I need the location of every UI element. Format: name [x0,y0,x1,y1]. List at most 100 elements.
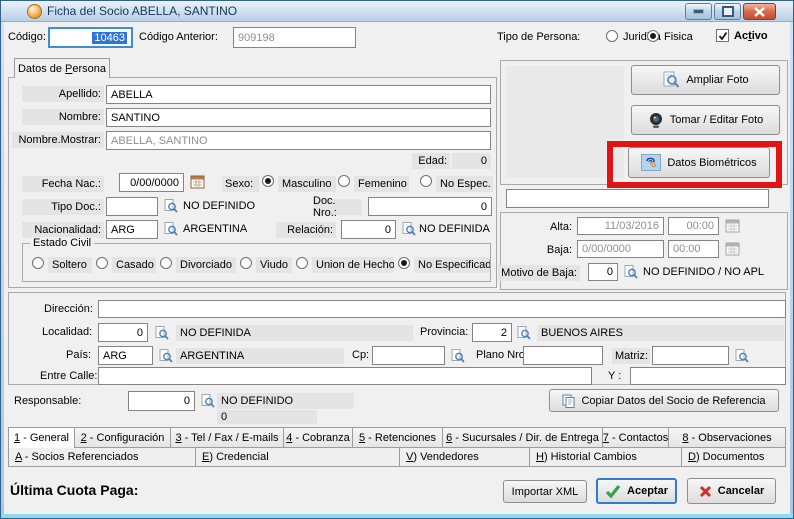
tipo-persona-label: Tipo de Persona: [497,31,580,43]
tab-retenciones[interactable]: 5 - Retenciones [353,427,443,448]
tab-documentos[interactable]: D) Documentos [682,447,786,467]
responsable-value: 0 [184,395,190,407]
responsable-field[interactable]: 0 [128,391,195,411]
radio-casado[interactable] [96,257,108,269]
search-icon[interactable] [517,326,531,340]
window-title: Ficha del Socio ABELLA, SANTINO [47,4,237,18]
tipo-doc-label: Tipo Doc.: [22,199,104,215]
tab-observaciones[interactable]: 8 - Observaciones [669,427,786,448]
cp-field[interactable] [372,346,445,365]
radio-sexo-no-espec[interactable] [420,175,432,187]
tab-cobranza[interactable]: 4 - Cobranza [284,427,353,448]
tab-configuracion[interactable]: 2 - Configuración [75,427,171,448]
aceptar-label: Aceptar [627,485,668,497]
pais-text: ARGENTINA [176,348,344,364]
search-icon[interactable] [201,394,215,408]
apellido-field[interactable]: ABELLA [106,85,491,104]
close-button[interactable] [743,3,776,20]
provincia-field[interactable]: 2 [472,323,512,342]
tab-general[interactable]: 1 - General [8,427,75,448]
tab-credencial[interactable]: E) Credencial [196,447,400,467]
radio-union-de-hecho[interactable] [296,257,308,269]
fecha-nac-value: 0/00/0000 [130,177,179,189]
activo-checkbox[interactable] [716,29,729,42]
motivo-baja-field[interactable]: 0 [588,263,618,281]
codigo-value: 10463 [92,32,127,44]
relacion-field[interactable]: 0 [341,220,396,239]
maximize-button[interactable] [714,3,741,20]
radio-juridica[interactable] [606,30,618,42]
cancelar-button[interactable]: Cancelar [687,478,776,504]
tab-contactos[interactable]: 7 - Contactos [603,427,669,448]
matriz-label: Matriz: [612,348,650,364]
search-icon[interactable] [164,199,178,213]
nacionalidad-label: Nacionalidad: [22,222,104,238]
radio-casado-label: Casado [112,257,156,273]
alta-time-field: 00:00 [668,217,719,235]
search-icon[interactable] [624,265,638,279]
tab-historial-cambios[interactable]: H) Historial Cambios [530,447,682,467]
nacionalidad-field[interactable]: ARG [106,220,158,239]
plano-nro-field[interactable] [523,346,603,365]
radio-sexo-masculino[interactable] [262,175,274,187]
direccion-field[interactable] [98,300,786,318]
tab-datos-de-persona[interactable]: Datos de Persona [14,58,110,78]
importar-xml-label: Importar XML [512,486,579,498]
doc-nro-value: 0 [481,201,487,213]
search-icon[interactable] [159,349,173,363]
motivo-baja-value: 0 [607,266,613,278]
annotation-rectangle [607,141,782,188]
radio-no-especificado[interactable] [398,257,410,269]
search-icon[interactable] [155,326,169,340]
tipo-doc-field[interactable] [106,197,158,216]
tab-historial-cambios-label: H) Historial Cambios [536,451,637,463]
search-icon[interactable] [164,222,178,236]
calendar-icon[interactable] [190,174,205,189]
search-icon[interactable] [735,349,749,363]
tab-sucursales[interactable]: 6 - Sucursales / Dir. de Entrega [443,427,603,448]
estado-civil-label: Estado Civil [30,237,94,249]
tab-sucursales-label: 6 - Sucursales / Dir. de Entrega [446,432,599,444]
search-icon[interactable] [402,222,416,236]
copiar-datos-button[interactable]: Copiar Datos del Socio de Referencia [549,389,779,412]
radio-fisica[interactable] [647,30,659,42]
y-field[interactable] [630,367,786,385]
tab-vendedores[interactable]: V) Vendedores [400,447,530,467]
relacion-text: NO DEFINIDA / NO [419,223,491,235]
localidad-label: Localidad: [42,326,92,338]
aceptar-button[interactable]: Aceptar [596,478,677,504]
radio-soltero[interactable] [32,257,44,269]
doc-nro-field[interactable]: 0 [368,197,492,216]
radio-sexo-no-espec-label: No Espec. [436,176,493,192]
tomar-editar-foto-button[interactable]: Tomar / Editar Foto [631,105,780,135]
entre-calle-field[interactable] [98,367,592,385]
matriz-field[interactable] [652,346,729,365]
pais-field[interactable]: ARG [98,346,153,365]
ultima-cuota-label: Última Cuota Paga: [10,482,138,498]
green-check-icon [605,484,621,498]
minimize-button[interactable] [685,3,712,20]
nombre-value: SANTINO [111,112,160,124]
codigo-field[interactable]: 10463 [48,27,133,48]
nombre-label: Nombre: [22,109,104,125]
provincia-text: BUENOS AIRES [537,325,784,341]
search-icon[interactable] [451,349,465,363]
radio-viudo[interactable] [240,257,252,269]
close-icon [754,7,765,17]
nacionalidad-value: ARG [111,224,135,236]
fecha-nac-label: Fecha Nac.: [22,176,104,192]
tab-tel-fax-emails[interactable]: 3 - Tel / Fax / E-mails [171,427,284,448]
photo-caption-field[interactable] [506,189,769,208]
alta-date-field: 11/03/2016 [577,217,664,235]
window-frame-bottom [1,514,793,518]
apellido-value: ABELLA [111,89,153,101]
nombre-field[interactable]: SANTINO [106,108,491,127]
tab-socios-referenciados[interactable]: A - Socios Referenciados [8,447,196,467]
tab-contactos-label: 7 - Contactos [603,432,668,444]
fecha-nac-field[interactable]: 0/00/0000 [119,173,184,192]
radio-divorciado[interactable] [160,257,172,269]
ampliar-foto-button[interactable]: Ampliar Foto [631,65,780,95]
importar-xml-button[interactable]: Importar XML [503,480,587,503]
radio-sexo-femenino[interactable] [338,175,350,187]
localidad-field[interactable]: 0 [98,323,148,342]
